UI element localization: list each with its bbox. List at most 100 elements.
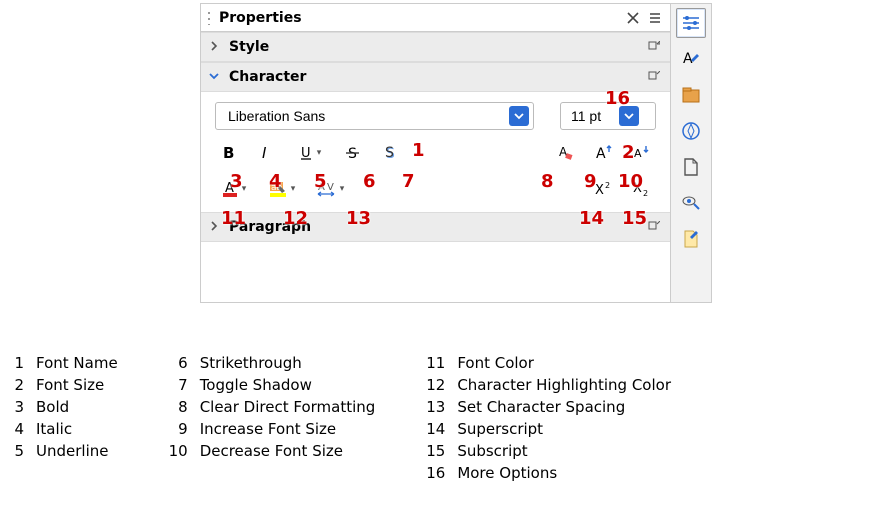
spacing-dropdown-icon[interactable]: ▾ bbox=[340, 184, 345, 194]
char-group-right-1: A A A bbox=[552, 140, 656, 166]
legend-n: 13 bbox=[425, 398, 445, 416]
decrease-font-size-button[interactable]: A bbox=[628, 140, 656, 166]
paragraph-more-options-icon[interactable] bbox=[646, 219, 662, 235]
chevron-down-icon bbox=[209, 69, 223, 85]
legend-n: 14 bbox=[425, 420, 445, 438]
legend-n: 1 bbox=[4, 354, 24, 372]
legend-n: 4 bbox=[4, 420, 24, 438]
char-group-right-2: X2 X2 bbox=[590, 176, 656, 202]
legend-t: Superscript bbox=[457, 420, 543, 438]
svg-text:V: V bbox=[327, 182, 334, 193]
svg-text:X: X bbox=[595, 183, 604, 197]
character-body: B I U ▾ S SS A A A A bbox=[201, 92, 670, 212]
svg-text:2: 2 bbox=[605, 181, 610, 190]
svg-text:X: X bbox=[633, 181, 642, 196]
legend-t: Decrease Font Size bbox=[200, 442, 343, 460]
font-size-input[interactable] bbox=[569, 107, 619, 125]
legend-n: 2 bbox=[4, 376, 24, 394]
tab-styles-icon[interactable]: A bbox=[676, 44, 706, 74]
legend-t: Clear Direct Formatting bbox=[200, 398, 376, 416]
style-more-options-icon[interactable] bbox=[646, 39, 662, 55]
increase-font-size-button[interactable]: A bbox=[590, 140, 618, 166]
bold-button[interactable]: B bbox=[215, 140, 243, 166]
chevron-right-icon bbox=[209, 39, 223, 55]
properties-panel: Properties Style Character bbox=[200, 3, 712, 303]
clear-formatting-button[interactable]: A bbox=[552, 140, 580, 166]
superscript-button[interactable]: X2 bbox=[590, 176, 618, 202]
chevron-right-icon bbox=[209, 219, 223, 235]
svg-text:A: A bbox=[318, 182, 325, 193]
legend-t: Font Color bbox=[457, 354, 534, 372]
legend-n: 9 bbox=[168, 420, 188, 438]
legend-n: 3 bbox=[4, 398, 24, 416]
panel-title: Properties bbox=[219, 10, 620, 26]
panel-main: Properties Style Character bbox=[201, 4, 671, 302]
italic-button[interactable]: I bbox=[253, 140, 281, 166]
highlight-dropdown-icon[interactable]: ▾ bbox=[291, 184, 296, 194]
tab-navigator-icon[interactable] bbox=[676, 116, 706, 146]
legend-t: Strikethrough bbox=[200, 354, 302, 372]
char-group-left-1: B I U ▾ S SS bbox=[215, 140, 405, 166]
font-name-input[interactable] bbox=[226, 107, 509, 125]
character-more-options-icon[interactable] bbox=[646, 69, 662, 85]
legend-n: 8 bbox=[168, 398, 188, 416]
char-group-left-2: A ▾ ab ▾ AV ▾ bbox=[215, 176, 349, 202]
svg-text:A: A bbox=[596, 146, 606, 162]
svg-text:S: S bbox=[385, 145, 394, 161]
legend-n: 16 bbox=[425, 464, 445, 482]
section-character[interactable]: Character bbox=[201, 62, 670, 92]
font-size-combo[interactable] bbox=[560, 102, 656, 130]
legend-t: Italic bbox=[36, 420, 72, 438]
legend-n: 11 bbox=[425, 354, 445, 372]
font-color-dropdown-icon[interactable]: ▾ bbox=[242, 184, 247, 194]
char-row-2: A ▾ ab ▾ AV ▾ X2 X2 bbox=[215, 176, 656, 202]
section-style[interactable]: Style bbox=[201, 32, 670, 62]
font-color-button[interactable]: A ▾ bbox=[215, 176, 253, 202]
legend-t: More Options bbox=[457, 464, 557, 482]
legend-n: 7 bbox=[168, 376, 188, 394]
legend-t: Set Character Spacing bbox=[457, 398, 625, 416]
font-row bbox=[215, 102, 656, 130]
character-spacing-button[interactable]: AV ▾ bbox=[311, 176, 349, 202]
strikethrough-button[interactable]: S bbox=[339, 140, 367, 166]
legend-t: Underline bbox=[36, 442, 108, 460]
svg-text:B: B bbox=[223, 145, 234, 161]
section-style-label: Style bbox=[229, 39, 646, 55]
font-size-dropdown-icon[interactable] bbox=[619, 106, 639, 126]
toggle-shadow-button[interactable]: SS bbox=[377, 140, 405, 166]
grip-icon[interactable] bbox=[207, 11, 213, 25]
legend-t: Toggle Shadow bbox=[200, 376, 312, 394]
legend-n: 5 bbox=[4, 442, 24, 460]
panel-titlebar: Properties bbox=[201, 4, 670, 32]
svg-text:I: I bbox=[262, 145, 267, 161]
legend-t: Font Name bbox=[36, 354, 118, 372]
tab-properties-icon[interactable] bbox=[676, 8, 706, 38]
legend-t: Increase Font Size bbox=[200, 420, 336, 438]
tab-gallery-icon[interactable] bbox=[676, 80, 706, 110]
close-icon[interactable] bbox=[624, 9, 642, 27]
sidebar-tabs: A bbox=[671, 4, 711, 302]
tab-style-inspector-icon[interactable] bbox=[676, 188, 706, 218]
legend-t: Character Highlighting Color bbox=[457, 376, 671, 394]
legend-t: Bold bbox=[36, 398, 69, 416]
tab-page-icon[interactable] bbox=[676, 152, 706, 182]
legend-n: 6 bbox=[168, 354, 188, 372]
legend: 1Font Name 2Font Size 3Bold 4Italic 5Und… bbox=[4, 354, 671, 482]
svg-text:A: A bbox=[683, 51, 693, 67]
svg-text:2: 2 bbox=[643, 189, 648, 197]
subscript-button[interactable]: X2 bbox=[628, 176, 656, 202]
legend-n: 12 bbox=[425, 376, 445, 394]
tab-manage-changes-icon[interactable] bbox=[676, 224, 706, 254]
section-paragraph-label: Paragraph bbox=[229, 219, 646, 235]
section-paragraph[interactable]: Paragraph bbox=[201, 212, 670, 242]
section-character-label: Character bbox=[229, 69, 646, 85]
underline-button[interactable]: U ▾ bbox=[291, 140, 329, 166]
underline-dropdown-icon[interactable]: ▾ bbox=[317, 148, 322, 158]
font-name-combo[interactable] bbox=[215, 102, 534, 130]
highlight-color-button[interactable]: ab ▾ bbox=[263, 176, 301, 202]
legend-n: 15 bbox=[425, 442, 445, 460]
font-name-dropdown-icon[interactable] bbox=[509, 106, 529, 126]
menu-icon[interactable] bbox=[646, 9, 664, 27]
svg-text:A: A bbox=[634, 147, 642, 160]
legend-n: 10 bbox=[168, 442, 188, 460]
